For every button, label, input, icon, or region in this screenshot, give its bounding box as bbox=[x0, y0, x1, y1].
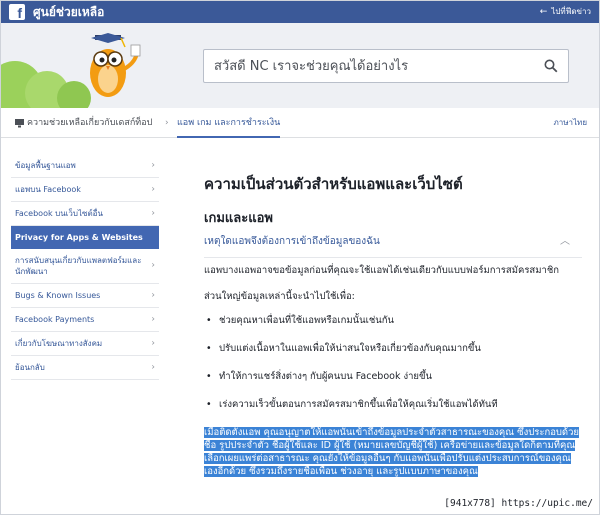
language-selector[interactable]: ภาษาไทย bbox=[553, 117, 587, 129]
main-content: ความเป็นส่วนตัวสำหรับแอพและเว็บไซต์ เกมแ… bbox=[204, 151, 582, 426]
top-bar: f ศูนย์ช่วยเหลือ ← ไปที่ฟีดข่าว bbox=[1, 1, 599, 23]
sidebar-item-facebook-payments[interactable]: Facebook Payments › bbox=[11, 308, 159, 332]
sidebar-item-label: Privacy for Apps & Websites bbox=[15, 233, 143, 242]
news-feed-label: ไปที่ฟีดข่าว bbox=[551, 7, 591, 16]
sidebar: ข้อมูลพื้นฐานแอพ › แอพบน Facebook › Facebo… bbox=[11, 154, 159, 380]
faq-question[interactable]: เหตุใดแอพจึงต้องการเข้าถึงข้อมูลของฉัน ︿ bbox=[204, 235, 582, 258]
page-title: ความเป็นส่วนตัวสำหรับแอพและเว็บไซต์ bbox=[204, 175, 463, 193]
facebook-logo-icon[interactable]: f bbox=[9, 4, 25, 21]
list-item: ปรับแต่งเนื้อหาในแอพเพื่อให้น่าสนใจหรือเ… bbox=[204, 342, 582, 356]
chevron-right-icon: › bbox=[151, 338, 155, 348]
sidebar-item-bugs-known-issues[interactable]: Bugs & Known Issues › bbox=[11, 284, 159, 308]
desktop-icon bbox=[15, 119, 24, 128]
chevron-right-icon: › bbox=[151, 290, 155, 300]
bullet-list: ช่วยคุณหาเพื่อนที่ใช้แอพหรือเกมนั้นเช่นก… bbox=[204, 314, 582, 412]
sidebar-item-platform-developer-support[interactable]: การสนับสนุนเกี่ยวกับแพลตฟอร์มและนักพัฒนา… bbox=[11, 249, 159, 284]
answer-paragraph: แอพบางแอพอาจขอข้อมูลก่อนที่คุณจะใช้แอพได… bbox=[204, 265, 560, 276]
list-item: เร่งความเร็วขั้นตอนการสมัครสมาชิกขึ้นเพื… bbox=[204, 398, 582, 412]
selected-text: เมื่อติดตั้งแอพ คุณอนุญาตให้แอพนั้นเข้าถ… bbox=[204, 427, 579, 477]
back-arrow-icon: ← bbox=[539, 7, 548, 17]
list-item: ช่วยคุณหาเพื่อนที่ใช้แอพหรือเกมนั้นเช่นก… bbox=[204, 314, 582, 328]
search-icon[interactable] bbox=[544, 59, 558, 73]
answer-paragraph: ส่วนใหญ่ข้อมูลเหล่านี้จะนำไปใช้เพื่อ: bbox=[204, 291, 355, 302]
breadcrumb-apps-games-payments[interactable]: แอพ เกม และการชำระเงิน bbox=[177, 108, 281, 138]
sidebar-item-privacy-apps-websites[interactable]: Privacy for Apps & Websites bbox=[11, 226, 159, 249]
chevron-right-icon: › bbox=[151, 160, 155, 170]
chevron-right-icon: › bbox=[151, 260, 155, 271]
sidebar-item-facebook-other-sites[interactable]: Facebook บนเว็บไซต์อื่น › bbox=[11, 202, 159, 226]
sidebar-item-label: เกี่ยวกับโฆษณาทางสังคม bbox=[15, 339, 103, 348]
chevron-right-icon: › bbox=[151, 184, 155, 194]
owl-mascot-icon bbox=[90, 33, 141, 97]
breadcrumb-desktop-help[interactable]: ความช่วยเหลือเกี่ยวกับเดสก์ท็อป bbox=[27, 116, 152, 130]
window-title[interactable]: ศูนย์ช่วยเหลือ bbox=[33, 4, 104, 20]
sidebar-item-label: การสนับสนุนเกี่ยวกับแพลตฟอร์มและนักพัฒนา bbox=[15, 256, 142, 276]
breadcrumb: ความช่วยเหลือเกี่ยวกับเดสก์ท็อป › แอพ เก… bbox=[1, 108, 599, 138]
sidebar-item-label: ย้อนกลับ bbox=[15, 363, 45, 372]
news-feed-link[interactable]: ← ไปที่ฟีดข่าว bbox=[540, 6, 591, 18]
sidebar-item-back[interactable]: ย้อนกลับ › bbox=[11, 356, 159, 380]
selected-paragraph[interactable]: เมื่อติดตั้งแอพ คุณอนุญาตให้แอพนั้นเข้าถ… bbox=[204, 426, 582, 478]
sidebar-item-social-ads[interactable]: เกี่ยวกับโฆษณาทางสังคม › bbox=[11, 332, 159, 356]
sidebar-item-app-basics[interactable]: ข้อมูลพื้นฐานแอพ › bbox=[11, 154, 159, 178]
search-box bbox=[203, 49, 569, 83]
chevron-right-icon: › bbox=[151, 362, 155, 372]
breadcrumb-separator: › bbox=[165, 118, 169, 128]
sidebar-item-label: Facebook บนเว็บไซต์อื่น bbox=[15, 209, 103, 218]
sidebar-item-label: แอพบน Facebook bbox=[15, 185, 81, 194]
sidebar-item-label: ข้อมูลพื้นฐานแอพ bbox=[15, 161, 76, 170]
list-item: ทำให้การแชร์สิ่งต่างๆ กับผู้คนบน Faceboo… bbox=[204, 370, 582, 384]
search-input[interactable] bbox=[214, 56, 534, 76]
hero-banner bbox=[1, 23, 599, 108]
chevron-right-icon: › bbox=[151, 314, 155, 324]
chevron-right-icon: › bbox=[151, 208, 155, 218]
watermark: [941x778] https://upic.me/ bbox=[442, 498, 595, 510]
help-center-page: f ศูนย์ช่วยเหลือ ← ไปที่ฟีดข่าว สวัสดี N… bbox=[0, 0, 600, 515]
section-title: เกมและแอพ bbox=[204, 211, 273, 226]
sidebar-item-label: Bugs & Known Issues bbox=[15, 291, 101, 300]
faq-question-label: เหตุใดแอพจึงต้องการเข้าถึงข้อมูลของฉัน bbox=[204, 236, 380, 247]
sidebar-item-label: Facebook Payments bbox=[15, 315, 95, 324]
sidebar-item-apps-on-facebook[interactable]: แอพบน Facebook › bbox=[11, 178, 159, 202]
chevron-up-icon[interactable]: ︿ bbox=[560, 235, 570, 249]
